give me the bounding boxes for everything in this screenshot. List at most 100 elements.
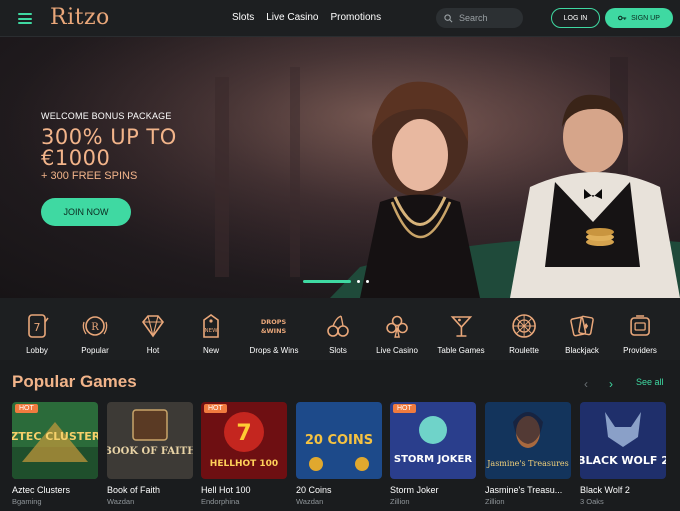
category-hot[interactable]: Hot [139, 312, 167, 355]
game-art-title: 20 COINS [305, 433, 373, 448]
game-art: 20 COINS [296, 402, 382, 479]
category-label: Lobby [26, 346, 48, 355]
game-card[interactable]: AZTEC CLUSTERS HOT Aztec Clusters Bgamin… [12, 402, 98, 506]
search-input[interactable] [459, 13, 519, 23]
hero-eyebrow: WELCOME BONUS PACKAGE [41, 111, 172, 121]
club-icon [386, 315, 408, 338]
category-roulette[interactable]: Roulette [509, 312, 539, 355]
login-button[interactable]: LOG IN [551, 8, 600, 28]
game-card[interactable]: BLACK WOLF 2 Black Wolf 2 3 Oaks [580, 402, 666, 506]
game-card[interactable]: 7 HELLHOT 100 HOT Hell Hot 100 Endorphin… [201, 402, 287, 506]
carousel-dot-active[interactable] [303, 280, 351, 283]
nav-slots[interactable]: Slots [232, 12, 254, 23]
hero-free-spins: + 300 FREE SPINS [41, 170, 138, 182]
game-card[interactable]: 20 COINS 20 Coins Wazdan [296, 402, 382, 506]
game-thumbnail[interactable]: AZTEC CLUSTERS HOT [12, 402, 98, 479]
prev-arrow-icon[interactable]: ‹ [584, 377, 588, 391]
next-arrow-icon[interactable]: › [609, 377, 613, 391]
roulette-icon [512, 314, 536, 338]
category-label: Roulette [509, 346, 539, 355]
hot-badge: HOT [15, 404, 38, 413]
game-provider: Endorphina [201, 497, 240, 506]
carousel-dot[interactable] [366, 280, 369, 283]
lobby-icon: 7 [28, 314, 49, 338]
game-art-title: Jasmine's Treasures [486, 459, 569, 468]
join-now-button[interactable]: JOIN NOW [41, 198, 131, 226]
game-thumbnail[interactable]: 7 HELLHOT 100 HOT [201, 402, 287, 479]
svg-text:7: 7 [236, 421, 251, 446]
diamond-icon [141, 315, 165, 338]
game-name: Aztec Clusters [12, 485, 71, 495]
game-provider: 3 Oaks [580, 497, 604, 506]
search-icon [444, 13, 453, 22]
category-label: Table Games [437, 346, 485, 355]
game-art: STORM JOKER [390, 402, 476, 479]
category-bar: 7 Lobby R Popular Hot NEW New DROPS &WINS… [0, 298, 680, 360]
main-nav: Slots Live Casino Promotions [232, 12, 381, 23]
category-label: Slots [329, 346, 347, 355]
game-thumbnail[interactable]: Jasmine's Treasures [485, 402, 571, 479]
game-provider: Bgaming [12, 497, 42, 506]
key-icon [618, 15, 627, 21]
popular-icon: R [82, 316, 108, 336]
game-card[interactable]: Jasmine's Treasures Jasmine's Treasu... … [485, 402, 571, 506]
carousel-dots [303, 280, 369, 283]
cards-icon [570, 315, 594, 337]
svg-text:NEW: NEW [204, 328, 218, 334]
hero-banner[interactable]: WELCOME BONUS PACKAGE 300% UP TO €1000 +… [0, 37, 680, 298]
category-table-games[interactable]: Table Games [437, 312, 485, 355]
game-art: AZTEC CLUSTERS [12, 402, 98, 479]
menu-icon[interactable] [18, 13, 32, 24]
category-new[interactable]: NEW New [197, 312, 225, 355]
hero-title-line2: €1000 [41, 146, 111, 170]
category-label: Live Casino [376, 346, 418, 355]
category-slots[interactable]: Slots [324, 312, 352, 355]
game-name: Black Wolf 2 [580, 485, 630, 495]
search-box[interactable] [436, 8, 523, 28]
game-card[interactable]: BOOK OF FAITH Book of Faith Wazdan [107, 402, 193, 506]
logo[interactable]: Ritzo [50, 5, 110, 30]
category-label: Drops & Wins [249, 346, 299, 355]
game-provider: Wazdan [296, 497, 324, 506]
popular-games-title: Popular Games [12, 372, 137, 391]
category-providers[interactable]: Providers [623, 312, 657, 355]
carousel-dot[interactable] [357, 280, 360, 283]
nav-live-casino[interactable]: Live Casino [266, 12, 318, 23]
nav-promotions[interactable]: Promotions [331, 12, 382, 23]
game-art-title: BOOK OF FAITH [107, 446, 193, 457]
game-name: Hell Hot 100 [201, 485, 251, 495]
cherries-icon [327, 315, 349, 337]
game-card[interactable]: STORM JOKER HOT Storm Joker Zillion [390, 402, 476, 506]
category-popular[interactable]: R Popular [81, 312, 109, 355]
hot-badge: HOT [393, 404, 416, 413]
game-art-title: STORM JOKER [394, 454, 472, 465]
game-art-title: BLACK WOLF 2 [580, 454, 666, 467]
game-name: 20 Coins [296, 485, 332, 495]
see-all-link[interactable]: See all [636, 377, 664, 387]
category-label: Popular [81, 346, 109, 355]
game-provider: Zillion [485, 497, 505, 506]
game-thumbnail[interactable]: BLACK WOLF 2 [580, 402, 666, 479]
game-art: Jasmine's Treasures [485, 402, 571, 479]
category-lobby[interactable]: 7 Lobby [23, 312, 51, 355]
game-art-title: HELLHOT 100 [210, 459, 278, 469]
category-blackjack[interactable]: Blackjack [565, 312, 599, 355]
category-label: New [202, 346, 219, 355]
category-label: Providers [623, 346, 657, 355]
game-thumbnail[interactable]: STORM JOKER HOT [390, 402, 476, 479]
svg-text:R: R [91, 322, 99, 333]
svg-text:DROPS: DROPS [261, 318, 287, 326]
providers-icon [630, 315, 650, 336]
drops-wins-icon: DROPS&WINS [261, 318, 287, 335]
cocktail-icon [450, 316, 472, 337]
game-art: BOOK OF FAITH [107, 402, 193, 479]
svg-text:&WINS: &WINS [261, 327, 287, 335]
category-label: Hot [146, 346, 160, 355]
category-live-casino[interactable]: Live Casino [376, 312, 418, 355]
game-thumbnail[interactable]: BOOK OF FAITH [107, 402, 193, 479]
game-thumbnail[interactable]: 20 COINS [296, 402, 382, 479]
new-tag-icon: NEW [203, 314, 219, 338]
category-drops-wins[interactable]: DROPS &WINS Drops & Wins [250, 312, 299, 355]
signup-button[interactable]: SIGN UP [605, 8, 673, 28]
svg-text:7: 7 [34, 321, 41, 334]
